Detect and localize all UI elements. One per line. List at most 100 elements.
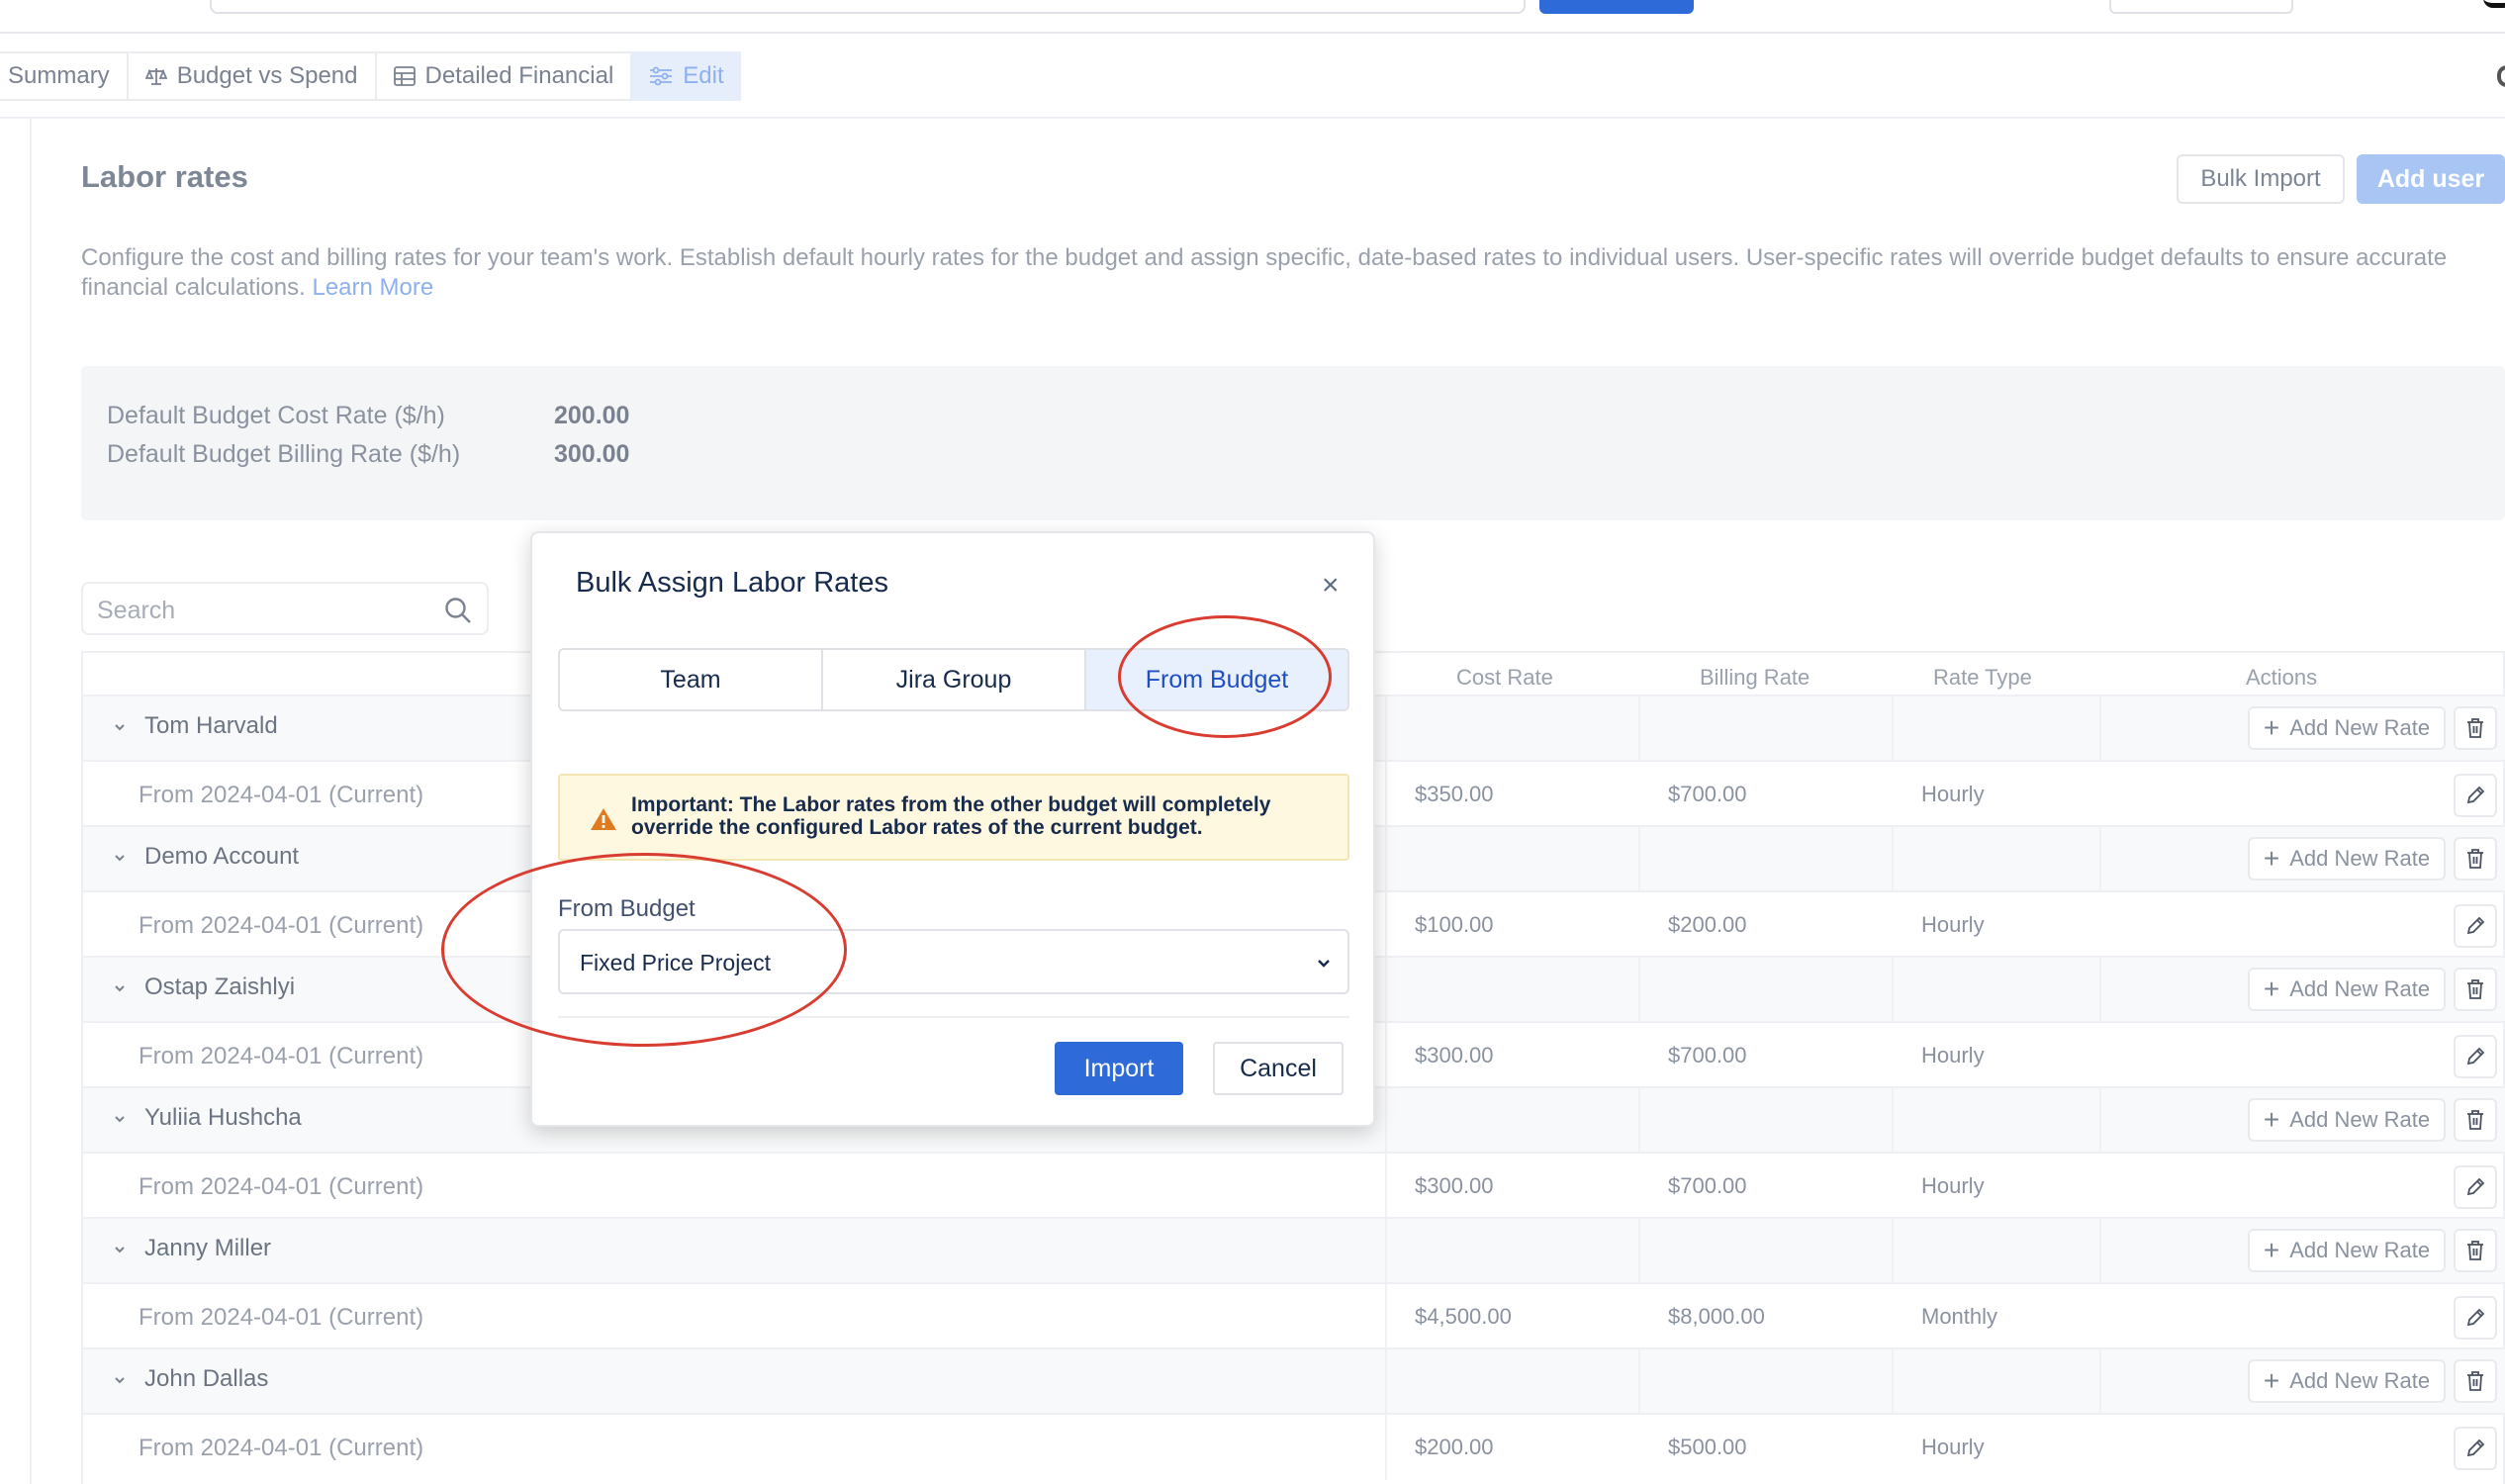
pencil-icon[interactable]: [2454, 1296, 2497, 1340]
add-new-rate-label: Add New Rate: [2289, 846, 2431, 871]
pencil-icon[interactable]: [2454, 1165, 2497, 1209]
cost-rate-cell: $350.00: [1415, 782, 1494, 806]
tab-detailed-financial[interactable]: Detailed Financial: [374, 51, 631, 101]
cost-rate-cell: $200.00: [1415, 1435, 1494, 1459]
billing-rate-cell: $500.00: [1668, 1435, 1747, 1459]
edge-control: [2497, 65, 2505, 87]
bulk-assign-modal: Bulk Assign Labor Rates × Team Jira Grou…: [530, 531, 1375, 1127]
trash-icon[interactable]: [2454, 968, 2497, 1011]
segment-team[interactable]: Team: [560, 650, 823, 709]
tab-budget-vs-spend[interactable]: Budget vs Spend: [126, 51, 375, 101]
user-row[interactable]: John Dallas + Add New Rate: [83, 1347, 2505, 1415]
pencil-icon[interactable]: [2454, 904, 2497, 948]
add-user-button[interactable]: Add user: [2357, 154, 2505, 204]
column-divider: [1638, 958, 1640, 1023]
segment-from-budget[interactable]: From Budget: [1086, 650, 1347, 709]
header-rate-type: Rate Type: [1933, 665, 2032, 690]
rate-type-cell: Monthly: [1921, 1304, 1998, 1329]
billing-rate-cell: $700.00: [1668, 1043, 1747, 1067]
top-secondary-control[interactable]: [2109, 0, 2293, 14]
add-new-rate-button[interactable]: + Add New Rate: [2248, 1098, 2446, 1142]
user-name: Yuliia Hushcha: [144, 1104, 302, 1131]
column-divider: [1385, 1284, 1387, 1349]
trash-icon[interactable]: [2454, 1359, 2497, 1403]
learn-more-link[interactable]: Learn More: [312, 274, 433, 301]
trash-icon[interactable]: [2454, 1229, 2497, 1272]
modal-footer-divider: [558, 1016, 1349, 1018]
column-divider: [1638, 827, 1640, 892]
segment-jira-group[interactable]: Jira Group: [823, 650, 1086, 709]
chevron-down-icon[interactable]: [113, 979, 127, 1000]
selected-budget: Fixed Price Project: [580, 950, 772, 975]
trash-icon[interactable]: [2454, 1098, 2497, 1142]
column-divider: [2099, 696, 2101, 762]
header-billing-rate: Billing Rate: [1700, 665, 1810, 690]
rate-type-cell: Hourly: [1921, 912, 1985, 937]
scale-icon: [144, 66, 167, 86]
rate-period: From 2024-04-01 (Current): [139, 1435, 424, 1461]
column-divider: [1385, 1154, 1387, 1219]
plus-icon: +: [2263, 1235, 2280, 1265]
pencil-icon[interactable]: [2454, 1035, 2497, 1078]
add-new-rate-button[interactable]: + Add New Rate: [2248, 837, 2446, 881]
cost-rate-cell: $300.00: [1415, 1173, 1494, 1198]
default-billing-value: 300.00: [554, 440, 630, 468]
add-new-rate-button[interactable]: + Add New Rate: [2248, 1359, 2446, 1403]
chevron-down-icon[interactable]: [113, 849, 127, 870]
column-divider: [1892, 1088, 1894, 1154]
trash-icon[interactable]: [2454, 837, 2497, 881]
chevron-down-icon[interactable]: [113, 1110, 127, 1131]
warning-banner: Important: The Labor rates from the othe…: [558, 774, 1349, 861]
tab-label: Detailed Financial: [424, 62, 614, 89]
rate-type-cell: Hourly: [1921, 1043, 1985, 1067]
add-new-rate-button[interactable]: + Add New Rate: [2248, 706, 2446, 750]
header-cost-rate: Cost Rate: [1456, 665, 1553, 690]
from-budget-select[interactable]: Fixed Price Project: [558, 929, 1349, 994]
user-name: Demo Account: [144, 843, 300, 870]
plus-icon: +: [2263, 1365, 2280, 1396]
chevron-down-icon[interactable]: [113, 1241, 127, 1261]
bulk-import-button[interactable]: Bulk Import: [2177, 154, 2345, 204]
tab-edit[interactable]: Edit: [630, 51, 741, 101]
add-new-rate-label: Add New Rate: [2289, 1107, 2431, 1132]
column-divider: [1892, 827, 1894, 892]
pencil-icon[interactable]: [2454, 1427, 2497, 1470]
user-row[interactable]: Janny Miller + Add New Rate: [83, 1217, 2505, 1284]
chevron-down-icon[interactable]: [113, 718, 127, 739]
column-divider: [1385, 1088, 1387, 1154]
tab-summary[interactable]: Summary: [0, 51, 127, 101]
cancel-button[interactable]: Cancel: [1213, 1042, 1344, 1095]
column-divider: [1892, 1349, 1894, 1415]
add-new-rate-button[interactable]: + Add New Rate: [2248, 968, 2446, 1011]
add-new-rate-label: Add New Rate: [2289, 976, 2431, 1001]
plus-icon: +: [2263, 843, 2280, 874]
add-new-rate-label: Add New Rate: [2289, 1368, 2431, 1393]
description-text: Configure the cost and billing rates for…: [81, 244, 2448, 301]
billing-rate-cell: $700.00: [1668, 1173, 1747, 1198]
pencil-icon[interactable]: [2454, 774, 2497, 817]
rate-period: From 2024-04-01 (Current): [139, 1304, 424, 1331]
add-new-rate-button[interactable]: + Add New Rate: [2248, 1229, 2446, 1272]
column-divider: [2099, 1088, 2101, 1154]
top-primary-button[interactable]: [1539, 0, 1694, 14]
rate-row: From 2024-04-01 (Current) $4,500.00 $8,000…: [83, 1282, 2505, 1349]
global-search-input[interactable]: [210, 0, 1526, 14]
user-search-input[interactable]: Search: [81, 582, 489, 635]
column-divider: [1385, 827, 1387, 892]
chevron-down-icon[interactable]: [113, 1371, 127, 1392]
import-button[interactable]: Import: [1055, 1042, 1183, 1095]
column-divider: [1638, 1349, 1640, 1415]
column-divider: [2099, 1349, 2101, 1415]
close-icon[interactable]: ×: [1322, 571, 1340, 601]
cost-rate-cell: $300.00: [1415, 1043, 1494, 1067]
column-divider: [1385, 762, 1387, 827]
rate-period: From 2024-04-01 (Current): [139, 782, 424, 808]
column-divider: [1892, 696, 1894, 762]
user-name: Tom Harvald: [144, 712, 278, 739]
column-divider: [2099, 827, 2101, 892]
warning-text: Important: The Labor rates from the othe…: [631, 793, 1271, 839]
table-icon: [393, 66, 416, 86]
tab-label: Budget vs Spend: [176, 62, 358, 89]
tab-label: Summary: [8, 62, 110, 89]
trash-icon[interactable]: [2454, 706, 2497, 750]
